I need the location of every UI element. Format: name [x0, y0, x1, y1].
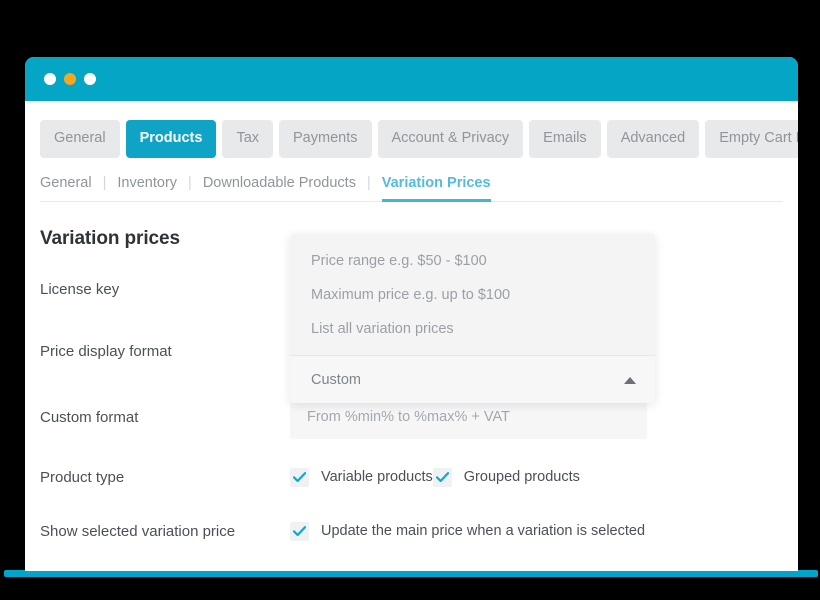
show-selected-variation-price-row: Show selected variation price Update the…: [40, 514, 783, 548]
option-list-all-variation-prices[interactable]: List all variation prices: [290, 312, 655, 346]
maximize-dot-icon[interactable]: [84, 73, 96, 85]
checkbox-label: Variable products: [321, 469, 433, 485]
check-icon: [293, 526, 306, 537]
minimize-dot-icon[interactable]: [64, 73, 76, 85]
disable-on-shop-page-row: Disable on Shop page Don't change the va…: [40, 568, 783, 571]
checkbox-label: Grouped products: [464, 469, 580, 485]
tab-products[interactable]: Products: [126, 120, 217, 158]
checkbox-variable-products[interactable]: Variable products: [290, 468, 433, 487]
show-selected-variation-price-label: Show selected variation price: [40, 523, 290, 540]
subnav-item-variation-prices[interactable]: Variation Prices: [382, 176, 491, 191]
laptop-base-bar: [4, 570, 818, 577]
tab-emails[interactable]: Emails: [529, 120, 601, 158]
custom-format-label: Custom format: [40, 409, 290, 426]
license-key-label: License key: [40, 281, 290, 298]
subnav-separator: |: [356, 176, 382, 191]
subnav-separator: |: [92, 176, 118, 191]
page-title: Variation prices: [40, 228, 180, 250]
browser-window: General Products Tax Payments Account & …: [25, 57, 798, 571]
window-titlebar: [25, 57, 798, 101]
checkbox-grouped-products[interactable]: Grouped products: [433, 468, 580, 487]
product-type-checkbox-group: Variable products Grouped products: [290, 468, 580, 487]
tab-tax[interactable]: Tax: [222, 120, 273, 158]
checkbox-update-main-price[interactable]: Update the main price when a variation i…: [290, 522, 645, 541]
subnav: General | Inventory | Downloadable Produ…: [40, 176, 783, 191]
tab-account-privacy[interactable]: Account & Privacy: [378, 120, 524, 158]
check-icon: [436, 472, 449, 483]
option-price-range[interactable]: Price range e.g. $50 - $100: [290, 244, 655, 278]
tab-advanced[interactable]: Advanced: [607, 120, 700, 158]
tab-payments[interactable]: Payments: [279, 120, 371, 158]
price-display-format-row: Price display format Price range e.g. $5…: [40, 333, 783, 369]
checkbox-box[interactable]: [290, 522, 309, 541]
product-type-label: Product type: [40, 469, 290, 486]
settings-form: Variation prices License key Price displ…: [40, 202, 783, 571]
price-display-format-control[interactable]: Custom: [290, 356, 655, 403]
subnav-item-inventory[interactable]: Inventory: [117, 176, 177, 191]
price-display-format-value: Custom: [311, 372, 361, 388]
chevron-up-icon[interactable]: [624, 377, 636, 384]
price-display-format-select[interactable]: Price range e.g. $50 - $100 Maximum pric…: [290, 234, 655, 403]
tab-general[interactable]: General: [40, 120, 120, 158]
window-body: General Products Tax Payments Account & …: [25, 101, 798, 571]
subnav-container: General | Inventory | Downloadable Produ…: [40, 176, 783, 203]
check-icon: [293, 472, 306, 483]
checkbox-box[interactable]: [433, 468, 452, 487]
subnav-item-general[interactable]: General: [40, 176, 92, 191]
product-type-row: Product type Variable products: [40, 460, 783, 494]
checkbox-box[interactable]: [290, 468, 309, 487]
show-selected-variation-price-checkbox-group: Update the main price when a variation i…: [290, 522, 645, 541]
option-maximum-price[interactable]: Maximum price e.g. up to $100: [290, 278, 655, 312]
tab-empty-cart-button[interactable]: Empty Cart Button: [705, 120, 798, 158]
price-display-format-options: Price range e.g. $50 - $100 Maximum pric…: [290, 234, 655, 356]
close-dot-icon[interactable]: [44, 73, 56, 85]
subnav-item-downloadable-products[interactable]: Downloadable Products: [203, 176, 356, 191]
subnav-separator: |: [177, 176, 203, 191]
window-controls: [44, 73, 96, 85]
checkbox-label: Update the main price when a variation i…: [321, 523, 645, 539]
price-display-format-label: Price display format: [40, 343, 290, 360]
screenshot-root: General Products Tax Payments Account & …: [0, 0, 820, 600]
settings-tabs: General Products Tax Payments Account & …: [40, 101, 783, 158]
